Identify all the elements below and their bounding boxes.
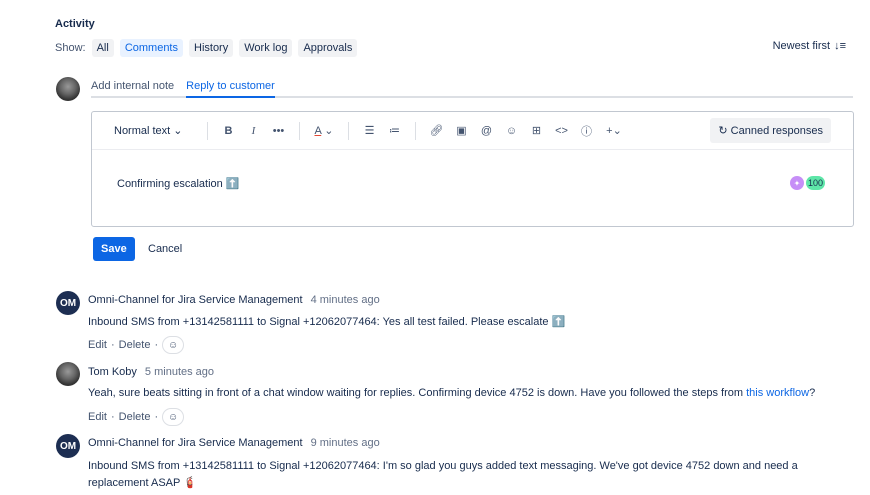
editor-addons: ✦ 100 (789, 176, 825, 190)
text-style-label: Normal text (114, 125, 171, 137)
sort-descending-icon: ↓≡ (834, 40, 846, 52)
workflow-link[interactable]: this workflow (746, 387, 809, 399)
code-icon[interactable]: <> (549, 125, 574, 137)
add-reaction-icon[interactable]: ☺ (162, 336, 185, 354)
divider (415, 121, 416, 140)
comment-body: Yeah, sure beats sitting in front of a c… (88, 387, 815, 399)
compose-tabs: Add internal note Reply to customer (91, 80, 853, 98)
tab-add-internal-note[interactable]: Add internal note (91, 80, 174, 96)
link-icon[interactable]: 🔗︎ (424, 124, 449, 137)
filter-work-log[interactable]: Work log (239, 39, 293, 57)
activity-heading: Activity (55, 18, 95, 30)
cancel-button[interactable]: Cancel (140, 237, 190, 261)
comment-header: Tom Koby 5 minutes ago (88, 366, 214, 378)
divider (299, 121, 300, 140)
delete-link[interactable]: Delete (119, 339, 151, 351)
sort-button[interactable]: Newest first ↓≡ (773, 40, 846, 52)
comment-text: Yeah, sure beats sitting in front of a c… (88, 387, 747, 399)
comment-body: Inbound SMS from +13142581111 to Signal … (88, 460, 798, 489)
canned-icon: ↻ (718, 125, 728, 137)
divider (207, 121, 208, 140)
edit-link[interactable]: Edit (88, 339, 107, 351)
emoji-icon[interactable]: ☺ (499, 125, 524, 137)
comment-text-end: ? (809, 387, 816, 399)
avatar (56, 77, 80, 101)
author[interactable]: Tom Koby (88, 366, 137, 378)
comment-actions: Edit · Delete · ☺ (88, 336, 185, 354)
filter-comments[interactable]: Comments (119, 39, 183, 57)
bold-icon[interactable]: B (216, 125, 241, 137)
filter-approvals[interactable]: Approvals (298, 39, 358, 57)
mention-icon[interactable]: @ (474, 125, 499, 137)
avatar: OM (56, 434, 80, 458)
timestamp[interactable]: 4 minutes ago (311, 294, 380, 306)
timestamp[interactable]: 5 minutes ago (145, 366, 214, 378)
more-icon[interactable]: ••• (266, 125, 291, 137)
comment-header: Omni-Channel for Jira Service Management… (88, 437, 380, 449)
text-style-dropdown[interactable]: Normal text ⌄ (114, 124, 199, 137)
delete-link[interactable]: Delete (119, 411, 151, 423)
timestamp[interactable]: 9 minutes ago (311, 437, 380, 449)
tab-reply-to-customer[interactable]: Reply to customer (186, 80, 275, 98)
avatar (56, 362, 80, 386)
activity-filters: Show: All Comments History Work log Appr… (55, 39, 358, 57)
comment-editor[interactable]: Normal text ⌄ B I ••• A ⌄ ☰ ≔ 🔗︎ ▣ @ ☺ ⊞… (91, 111, 854, 227)
table-icon[interactable]: ⊞ (524, 124, 549, 137)
text-color-icon[interactable]: A ⌄ (308, 124, 340, 137)
italic-icon[interactable]: I (241, 125, 266, 137)
comment-actions: Edit · Delete · ☺ (88, 408, 185, 426)
add-reaction-icon[interactable]: ☺ (162, 408, 185, 426)
bullet-list-icon[interactable]: ☰ (357, 124, 382, 137)
show-label: Show: (55, 42, 86, 54)
numbered-list-icon[interactable]: ≔ (382, 124, 407, 137)
edit-link[interactable]: Edit (88, 411, 107, 423)
canned-responses-button[interactable]: ↻ Canned responses (710, 118, 831, 143)
editor-toolbar: Normal text ⌄ B I ••• A ⌄ ☰ ≔ 🔗︎ ▣ @ ☺ ⊞… (92, 112, 853, 150)
filter-history[interactable]: History (189, 39, 234, 57)
editor-content[interactable]: Confirming escalation ⬆️ (117, 177, 240, 190)
comment-header: Omni-Channel for Jira Service Management… (88, 294, 380, 306)
save-button[interactable]: Save (93, 237, 135, 261)
insert-plus-icon[interactable]: +⌄ (599, 124, 629, 137)
filter-all[interactable]: All (91, 39, 114, 57)
sort-label: Newest first (772, 40, 831, 52)
info-icon[interactable]: ⓘ (574, 123, 599, 139)
ai-sparkle-icon[interactable]: ✦ (789, 176, 804, 190)
image-icon[interactable]: ▣ (449, 124, 474, 137)
author[interactable]: Omni-Channel for Jira Service Management (88, 294, 303, 306)
canned-label: Canned responses (730, 125, 823, 137)
author[interactable]: Omni-Channel for Jira Service Management (88, 437, 303, 449)
divider (348, 121, 349, 140)
grammar-badge[interactable]: 100 (805, 176, 825, 190)
avatar: OM (56, 291, 80, 315)
comment-body: Inbound SMS from +13142581111 to Signal … (88, 316, 566, 328)
